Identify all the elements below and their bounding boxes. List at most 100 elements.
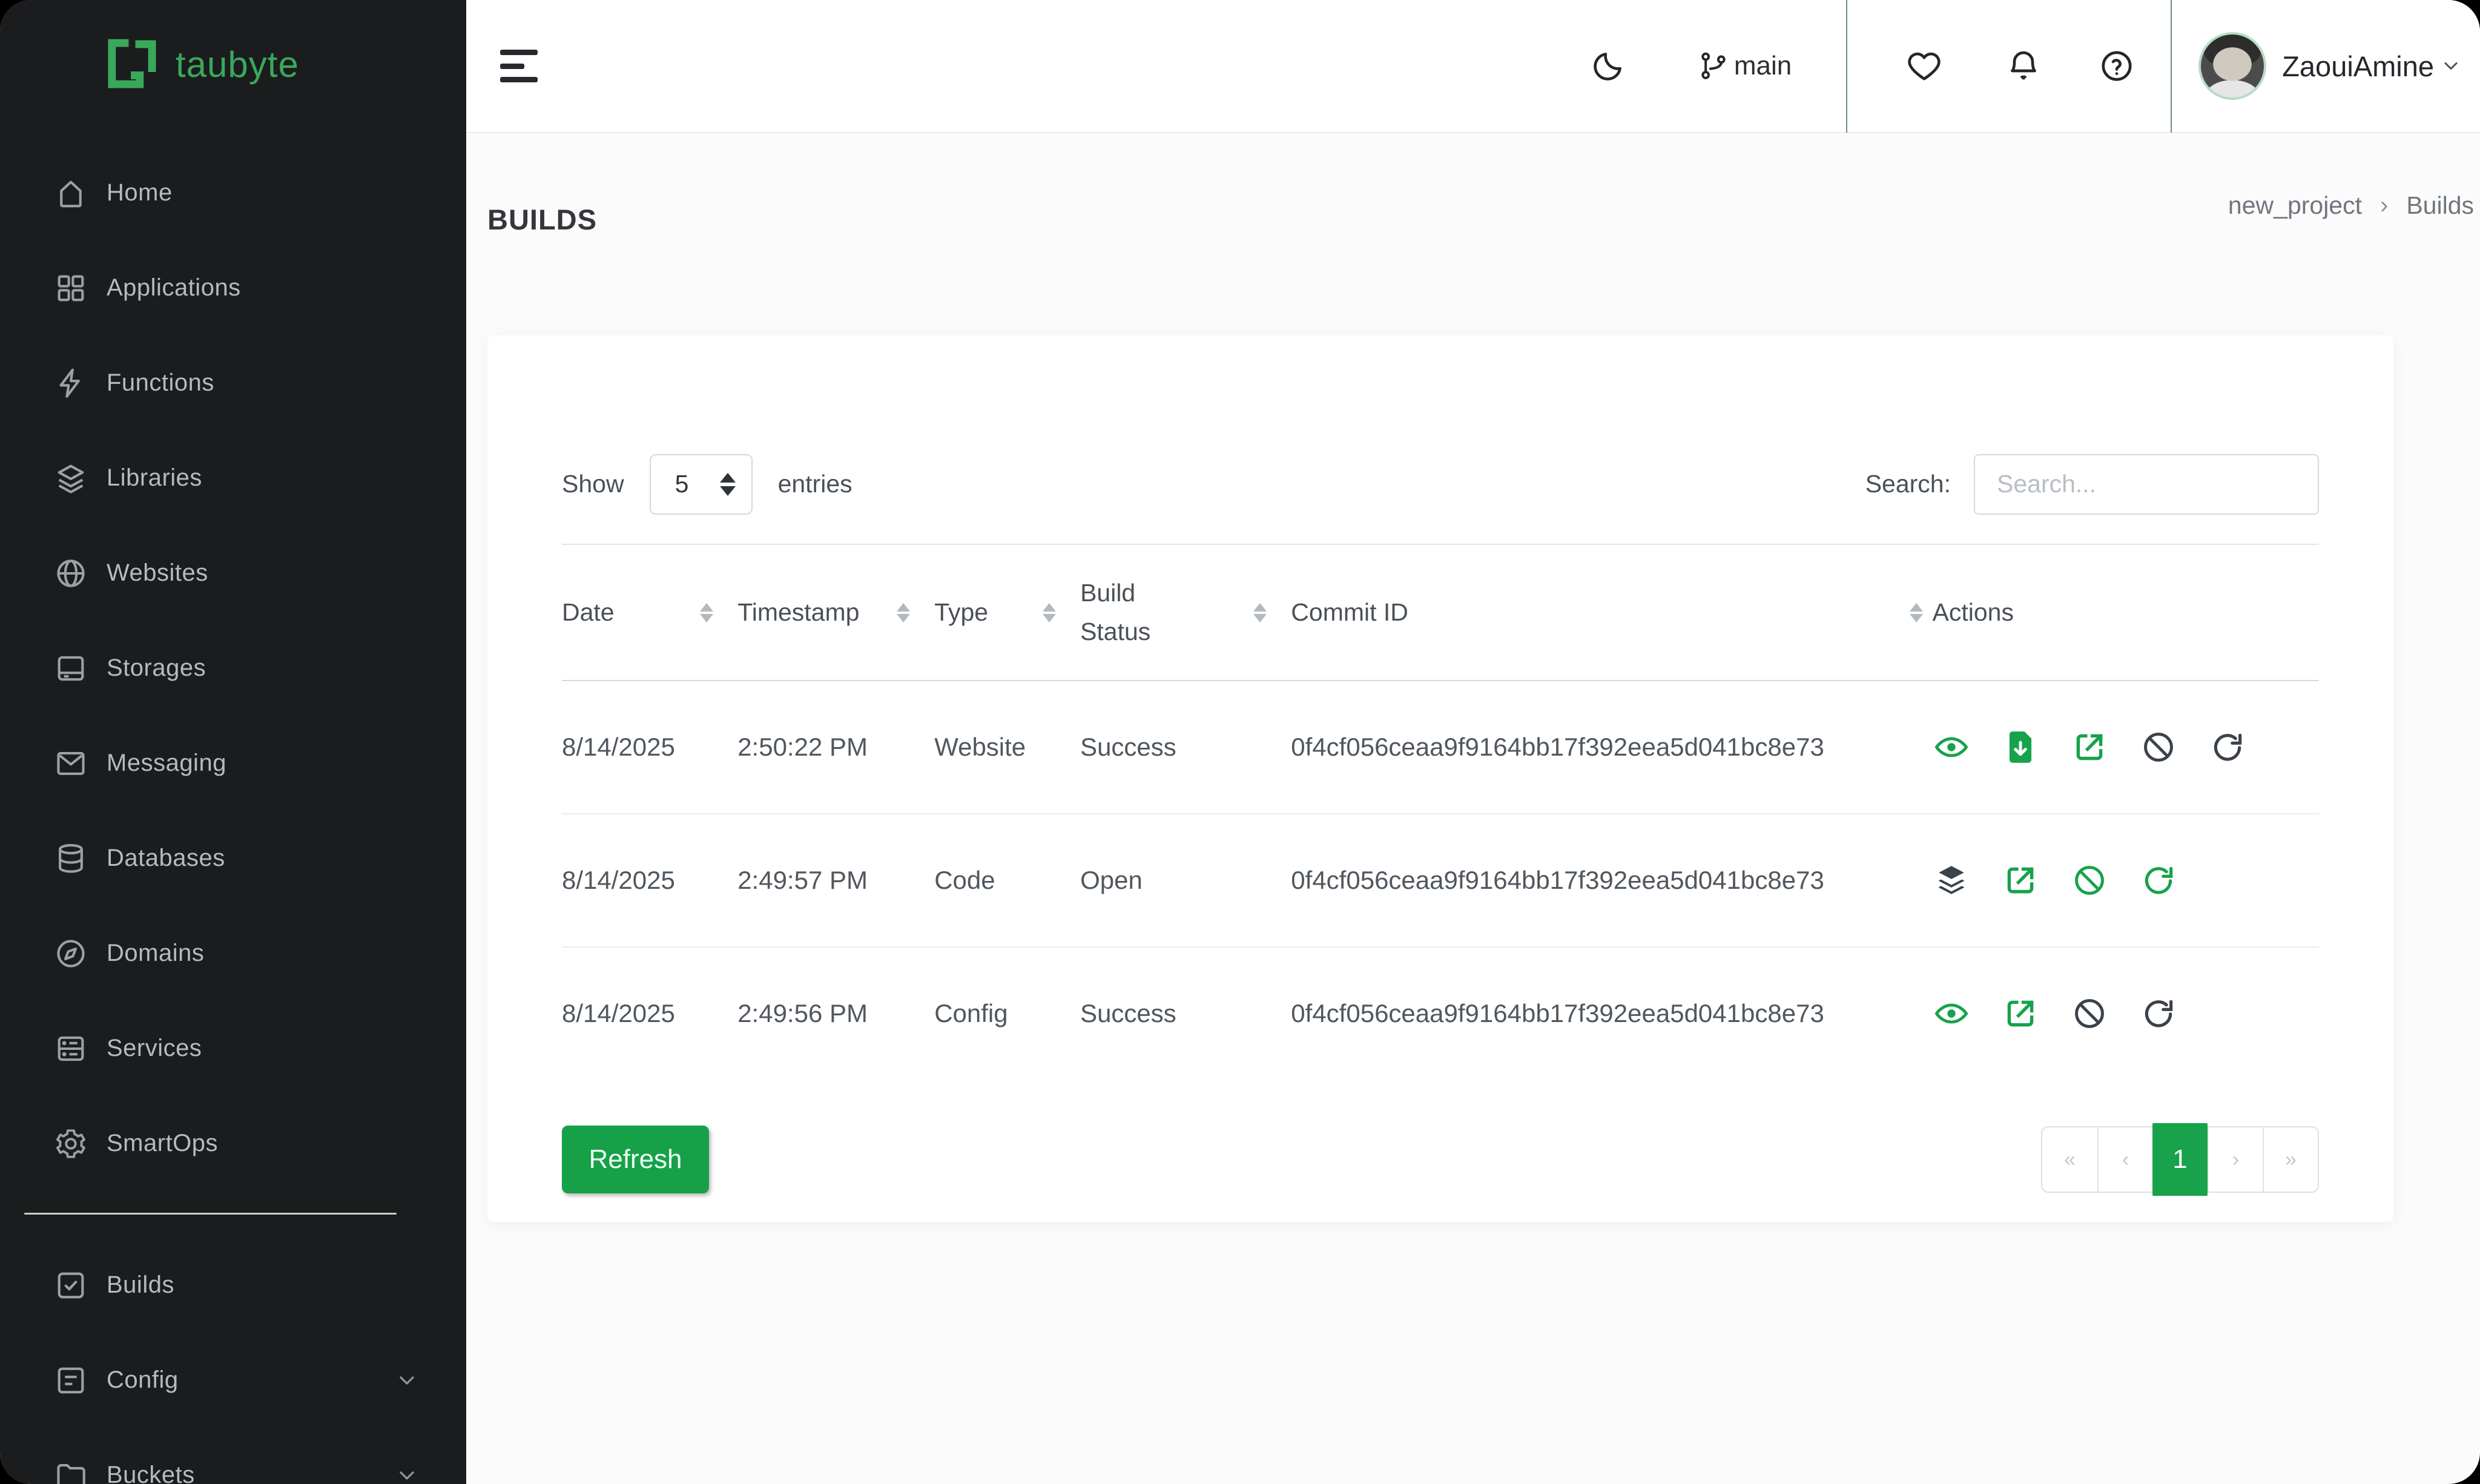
hamburger-menu-button[interactable] [500,50,538,82]
sidebar-item-buckets[interactable]: Buckets [0,1428,466,1484]
topbar-icon-group [1847,0,2135,132]
pagination-prev-button[interactable]: ‹ [2097,1127,2152,1192]
username: ZaouiAmine [2282,50,2434,83]
pagination-last-button[interactable]: » [2263,1127,2318,1192]
column-header-timestamp[interactable]: Timestamp [737,545,934,681]
sidebar-item-label: Builds [107,1271,174,1299]
pagination: « ‹ 1 › » [2041,1126,2319,1193]
checkbox-icon [53,1268,88,1303]
cell-build-status: Open [1080,814,1291,947]
sidebar-item-functions[interactable]: Functions [0,335,466,430]
branch-name: main [1734,51,1792,81]
sidebar-item-label: Domains [107,940,204,967]
external-link-icon[interactable] [2002,995,2039,1032]
favorites-heart-icon[interactable] [1905,47,1943,85]
file-download-icon[interactable] [2002,728,2039,766]
builds-card: Show 5 entries Search: [487,335,2393,1222]
cell-commit-id: 0f4cf056ceaa9f9164bb17f392eea5d041bc8e73 [1291,681,1932,814]
breadcrumb: new_project › Builds [2228,191,2474,220]
taubyte-logo[interactable]: taubyte [0,0,466,93]
topbar-right: main ZaouiAmine [1589,0,2462,132]
column-header-commit-id[interactable]: Commit ID [1291,545,1932,681]
sidebar-item-services[interactable]: Services [0,1001,466,1096]
sidebar-item-label: Home [107,179,173,206]
dark-mode-moon-icon[interactable] [1589,47,1627,85]
row-actions [1933,995,2319,1032]
search-input[interactable] [1974,454,2319,515]
taubyte-logo-icon [104,35,160,93]
eye-icon[interactable] [1933,728,1970,766]
eye-icon[interactable] [1933,995,1970,1032]
help-question-icon[interactable] [2098,47,2135,85]
column-header-actions: Actions [1933,545,2319,681]
compass-icon [53,936,88,971]
redo-icon[interactable] [2140,862,2177,899]
breadcrumb-current[interactable]: Builds [2406,191,2474,220]
pagination-next-button[interactable]: › [2208,1127,2263,1192]
ban-icon[interactable] [2140,728,2177,766]
storage-icon [53,651,88,686]
column-header-build-status[interactable]: Build Status [1080,545,1291,681]
brand-name: taubyte [176,44,299,85]
row-actions [1933,862,2319,899]
app-window: taubyte Home Applications Functions Libr… [0,0,2480,1484]
sidebar-item-messaging[interactable]: Messaging [0,716,466,811]
sidebar-item-databases[interactable]: Databases [0,811,466,906]
chevron-down-icon [395,1368,419,1393]
sidebar-item-domains[interactable]: Domains [0,906,466,1001]
cell-timestamp: 2:50:22 PM [737,681,934,814]
redo-icon[interactable] [2140,995,2177,1032]
topbar: main ZaouiAmine [466,0,2480,133]
folder-icon [53,1458,88,1484]
sidebar-item-config[interactable]: Config [0,1333,466,1428]
table-row: 8/14/2025 2:50:22 PM Website Success 0f4… [562,681,2319,814]
git-branch-selector[interactable]: main [1697,49,1792,83]
ban-icon[interactable] [2071,995,2108,1032]
database-icon [53,841,88,876]
layers-icon[interactable] [1933,862,1970,899]
sort-icon [897,603,910,622]
column-header-type[interactable]: Type [934,545,1080,681]
column-header-date[interactable]: Date [562,545,737,681]
chevron-down-icon [2440,55,2462,77]
server-icon [53,1031,88,1066]
cell-type: Code [934,814,1080,947]
sidebar-item-label: SmartOps [107,1130,218,1157]
cell-commit-id: 0f4cf056ceaa9f9164bb17f392eea5d041bc8e73 [1291,814,1932,947]
envelope-icon [53,746,88,781]
cell-date: 8/14/2025 [562,814,737,947]
sidebar-item-label: Buckets [107,1462,195,1484]
sidebar-item-label: Libraries [107,464,202,492]
sidebar-item-websites[interactable]: Websites [0,526,466,621]
sidebar-item-libraries[interactable]: Libraries [0,430,466,526]
globe-icon [53,556,88,591]
notifications-bell-icon[interactable] [2005,47,2042,85]
sidebar-item-applications[interactable]: Applications [0,240,466,335]
sidebar-item-storages[interactable]: Storages [0,621,466,716]
page-size-select[interactable]: 5 [650,454,753,515]
cell-type: Config [934,947,1080,1080]
sidebar-item-builds[interactable]: Builds [0,1238,466,1333]
external-link-icon[interactable] [2002,862,2039,899]
git-branch-icon [1697,49,1730,83]
sidebar-nav: Home Applications Functions Libraries We… [0,145,466,1191]
cell-timestamp: 2:49:57 PM [737,814,934,947]
ban-icon[interactable] [2071,862,2108,899]
cell-commit-id: 0f4cf056ceaa9f9164bb17f392eea5d041bc8e73 [1291,947,1932,1080]
chevron-down-icon [395,1463,419,1484]
sidebar-item-label: Messaging [107,750,226,777]
sidebar-item-smartops[interactable]: SmartOps [0,1096,466,1191]
sort-icon [1253,603,1267,622]
sort-icon [1043,603,1056,622]
sidebar-item-home[interactable]: Home [0,145,466,240]
breadcrumb-project[interactable]: new_project [2228,191,2362,220]
user-menu[interactable]: ZaouiAmine [2198,0,2462,132]
redo-icon[interactable] [2209,728,2246,766]
sidebar-divider [24,1213,397,1215]
pagination-page-1-button[interactable]: 1 [2152,1123,2208,1196]
content: BUILDS new_project › Builds Show 5 entri… [466,133,2480,1484]
row-actions [1933,728,2319,766]
external-link-icon[interactable] [2071,728,2108,766]
pagination-first-button[interactable]: « [2042,1127,2097,1192]
refresh-button[interactable]: Refresh [562,1126,709,1193]
